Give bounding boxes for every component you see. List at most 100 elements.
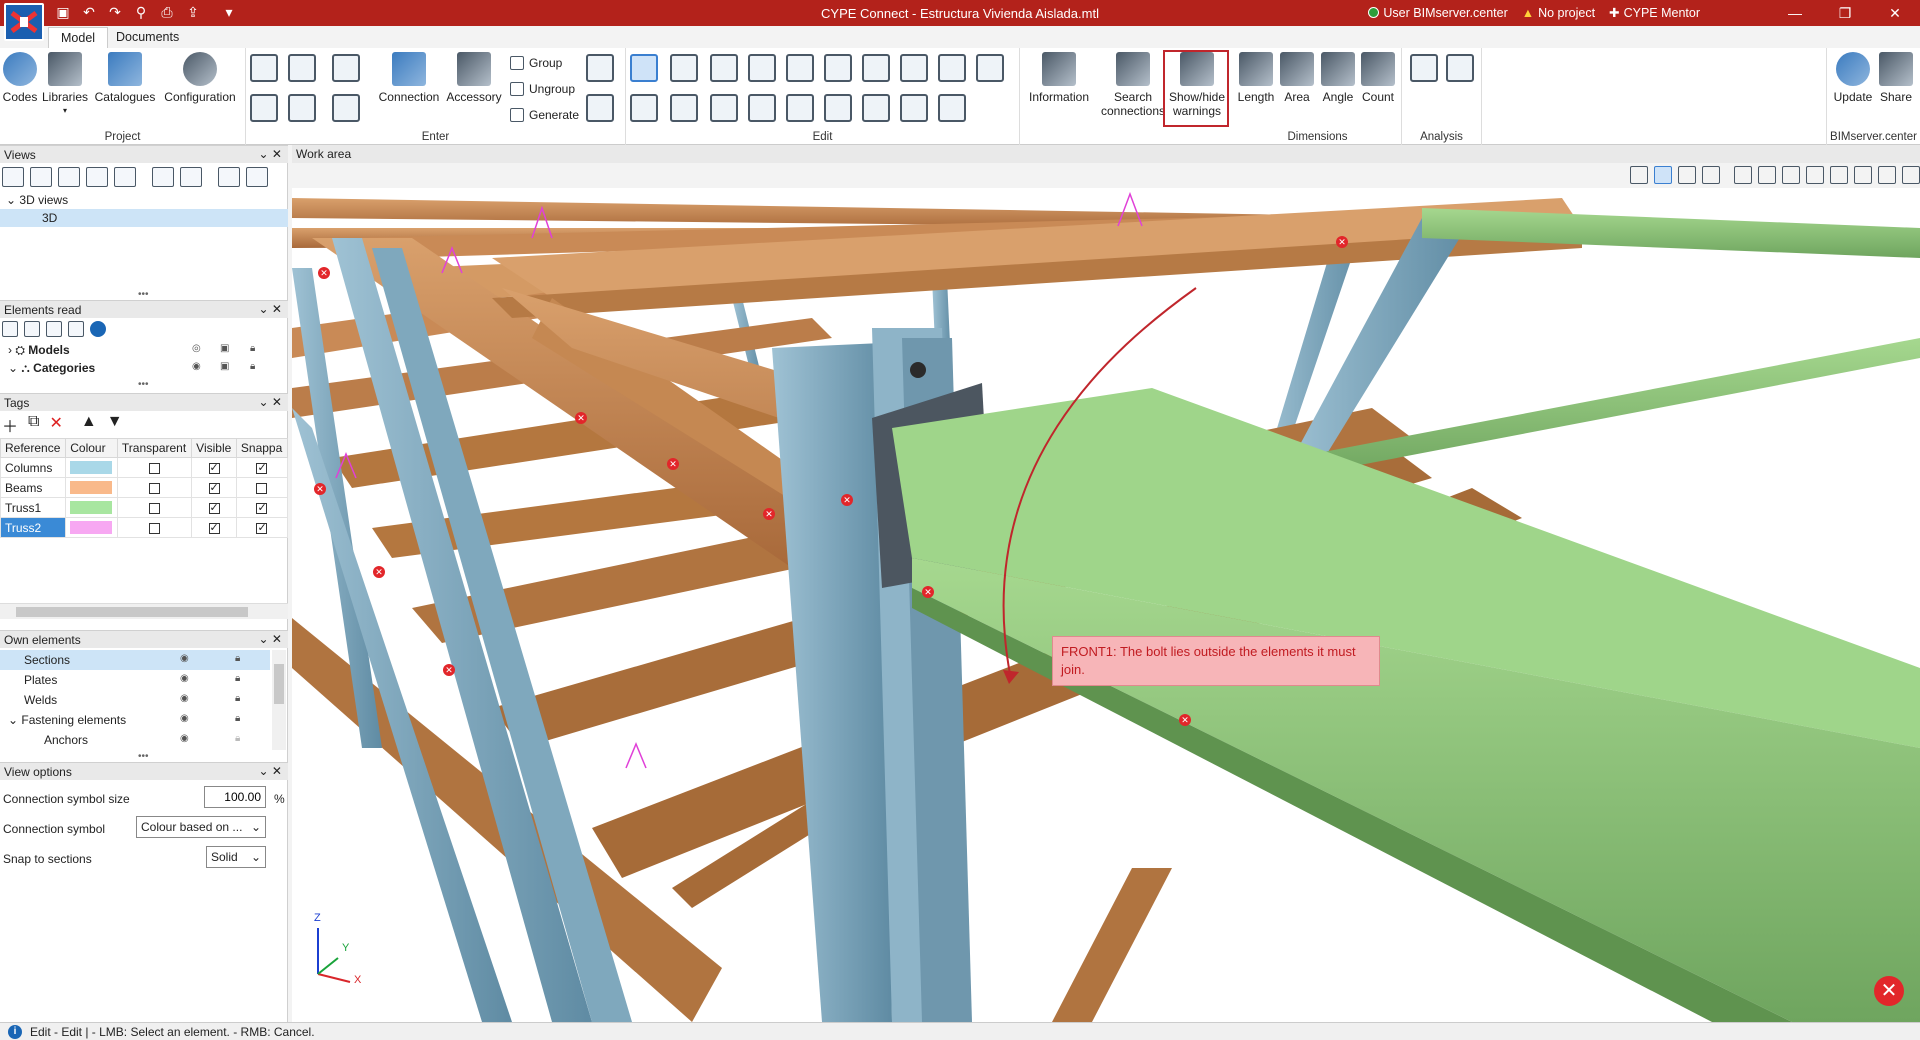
warning-marker[interactable]: ✕ xyxy=(841,494,853,506)
cube-icon[interactable] xyxy=(1654,166,1672,184)
table-row[interactable]: Columns xyxy=(0,457,289,478)
codes-button[interactable]: Codes xyxy=(2,52,38,104)
eye-icon[interactable]: ◉ xyxy=(192,361,201,372)
eye-icon[interactable]: ◉ xyxy=(180,713,189,724)
libraries-button[interactable]: Libraries ▾ xyxy=(40,52,90,118)
move-down-icon[interactable]: ▼ xyxy=(107,413,123,437)
add-icon[interactable]: ＋ xyxy=(2,413,18,437)
copy-icon[interactable] xyxy=(786,54,814,82)
new-view-icon[interactable] xyxy=(30,167,52,187)
snap-select[interactable]: Solid ⌄ xyxy=(206,846,266,868)
rotate-3d-icon[interactable] xyxy=(710,94,738,122)
information-button[interactable]: Information xyxy=(1024,52,1094,104)
delete-connection-icon[interactable] xyxy=(586,94,614,122)
close-warnings-icon[interactable]: ✕ xyxy=(1874,976,1904,1006)
eye-icon[interactable]: ◉ xyxy=(180,733,189,744)
own-row-sections[interactable]: Sections ◉ 🔒︎ xyxy=(0,650,270,670)
grid-icon[interactable] xyxy=(250,54,278,82)
tag-visible[interactable] xyxy=(191,477,237,498)
snap-checkbox[interactable] xyxy=(256,461,268,474)
tool-icon[interactable] xyxy=(1782,166,1800,184)
tag-snap[interactable] xyxy=(235,497,289,518)
tag-snap[interactable] xyxy=(235,517,289,538)
plane-icon[interactable] xyxy=(288,54,316,82)
cube-view-icon[interactable] xyxy=(246,167,268,187)
tag-reference[interactable]: Beams xyxy=(0,477,67,498)
3d-toggle-icon[interactable] xyxy=(1902,166,1920,184)
table-row[interactable]: Truss1 xyxy=(0,497,289,518)
project-status[interactable]: ▲ No project xyxy=(1522,6,1595,20)
col-header[interactable]: Snappa xyxy=(235,438,289,458)
lock-icon[interactable]: 🔒︎ xyxy=(235,733,240,744)
tool-icon[interactable] xyxy=(1734,166,1752,184)
panel-controls[interactable]: ⌄ ✕ xyxy=(259,632,282,646)
warning-marker[interactable]: ✕ xyxy=(373,566,385,578)
length-button[interactable]: Length xyxy=(1236,52,1276,104)
tag-visible[interactable] xyxy=(191,457,237,478)
move-up-icon[interactable]: ▲ xyxy=(81,413,97,437)
delete-icon[interactable]: ✕ xyxy=(49,413,62,437)
colour-swatch[interactable] xyxy=(70,501,113,514)
tool-icon[interactable] xyxy=(24,321,40,337)
own-row-fastening[interactable]: ⌄ Fastening elements ◉ 🔒︎ xyxy=(0,710,270,730)
eye-icon[interactable]: ◉ xyxy=(180,673,189,684)
horizontal-scrollbar[interactable] xyxy=(0,603,288,619)
accessory-button[interactable]: Accessory xyxy=(444,52,504,104)
join-icon[interactable] xyxy=(824,94,852,122)
move-icon[interactable] xyxy=(670,54,698,82)
tag-transparent[interactable] xyxy=(116,457,193,478)
snap-checkbox[interactable] xyxy=(256,501,268,514)
colour-swatch[interactable] xyxy=(70,461,113,474)
tag-reference[interactable]: Columns xyxy=(0,457,67,478)
area-button[interactable]: Area xyxy=(1278,52,1316,104)
minimize-icon[interactable]: — xyxy=(1770,0,1820,26)
close-icon[interactable]: ✕ xyxy=(1870,0,1920,26)
panel-controls[interactable]: ⌄ ✕ xyxy=(259,147,282,161)
update-button[interactable]: Update xyxy=(1831,52,1875,104)
resize-grip[interactable]: ••• xyxy=(138,751,149,762)
transparent-checkbox[interactable] xyxy=(149,482,161,494)
tag-colour[interactable] xyxy=(65,477,118,498)
tag-transparent[interactable] xyxy=(116,477,193,498)
own-row-welds[interactable]: Welds ◉ 🔒︎ xyxy=(0,690,270,710)
extend-icon[interactable] xyxy=(862,54,890,82)
release-icon[interactable] xyxy=(900,94,928,122)
edit-view-icon[interactable] xyxy=(58,167,80,187)
lock-icon[interactable]: 🔒︎ xyxy=(235,693,240,704)
warning-marker[interactable]: ✕ xyxy=(318,267,330,279)
tag-visible[interactable] xyxy=(191,497,237,518)
tool-icon[interactable] xyxy=(2,321,18,337)
brace-icon[interactable] xyxy=(332,94,360,122)
tag-colour[interactable] xyxy=(65,517,118,538)
transparent-checkbox[interactable] xyxy=(149,502,161,514)
search-connections-button[interactable]: Search connections xyxy=(1096,52,1170,118)
colour-swatch[interactable] xyxy=(70,521,113,534)
axes-icon[interactable] xyxy=(1630,166,1648,184)
col-header[interactable]: Transparent xyxy=(116,438,193,458)
bolt[interactable] xyxy=(910,362,926,378)
tool-icon[interactable] xyxy=(1854,166,1872,184)
vertical-scrollbar[interactable] xyxy=(272,650,286,750)
table-row[interactable]: Beams xyxy=(0,477,289,498)
group-button[interactable]: Group xyxy=(510,56,562,70)
tool-icon[interactable] xyxy=(1758,166,1776,184)
angle-button[interactable]: Angle xyxy=(1318,52,1358,104)
symmetry-icon[interactable] xyxy=(748,94,776,122)
cube-icon[interactable]: ▣ xyxy=(220,343,229,354)
hidden-eye-icon[interactable]: ◎ xyxy=(192,343,201,354)
warning-marker[interactable]: ✕ xyxy=(763,508,775,520)
share-button[interactable]: Share xyxy=(1875,52,1917,104)
app-logo[interactable] xyxy=(4,3,44,41)
move-vertex-icon[interactable] xyxy=(670,94,698,122)
snap-checkbox[interactable] xyxy=(256,482,268,494)
warning-marker[interactable]: ✕ xyxy=(667,458,679,470)
align-icon[interactable] xyxy=(900,54,928,82)
warning-marker[interactable]: ✕ xyxy=(314,483,326,495)
tag-reference[interactable]: Truss2 xyxy=(0,517,67,538)
camera-icon[interactable] xyxy=(152,167,174,187)
panel-controls[interactable]: ⌄ ✕ xyxy=(259,395,282,409)
tree-3d-item[interactable]: 3D xyxy=(0,209,288,227)
camera-settings-icon[interactable] xyxy=(180,167,202,187)
member-icon[interactable] xyxy=(288,94,316,122)
connection-symbol-select[interactable]: Colour based on ... ⌄ xyxy=(136,816,266,838)
